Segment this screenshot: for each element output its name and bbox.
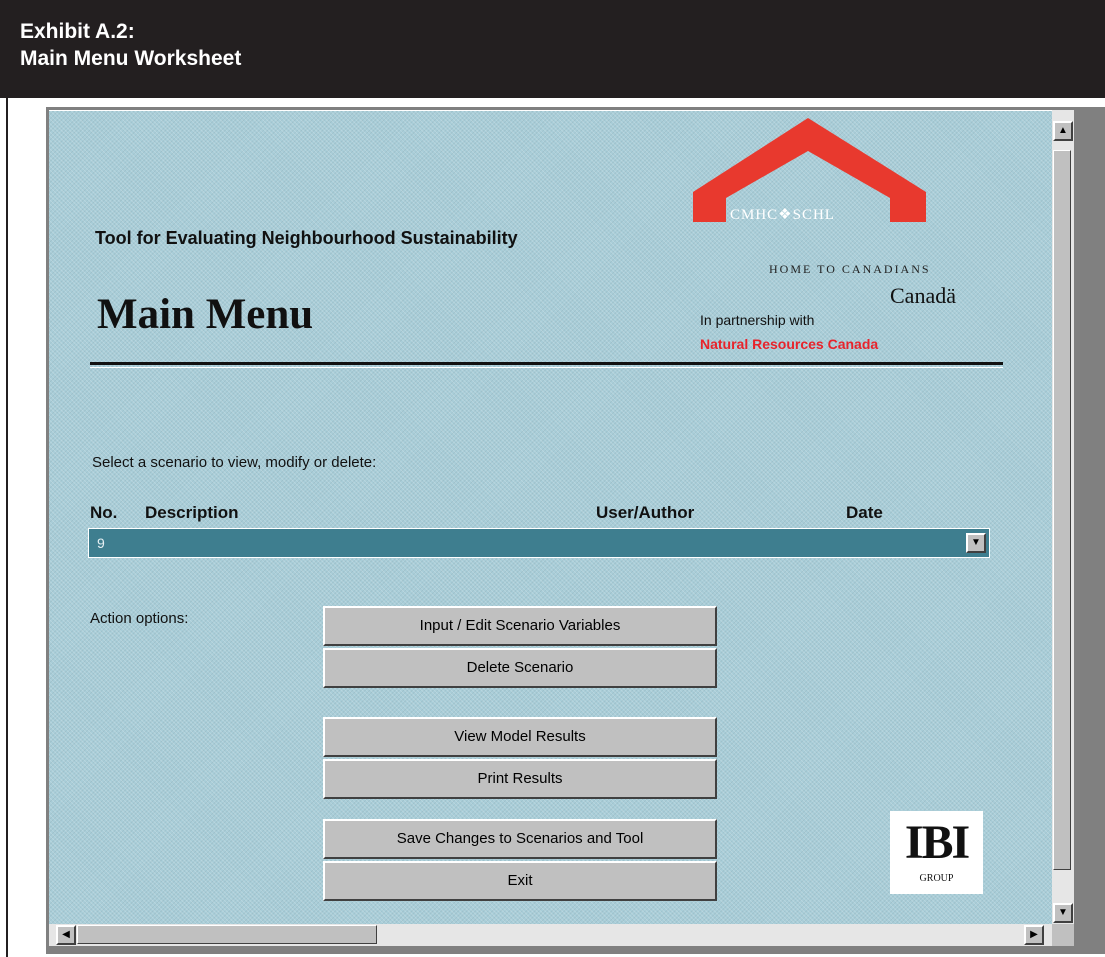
- ibi-group-logo: IBI GROUP: [890, 811, 983, 894]
- column-header-no: No.: [90, 503, 118, 522]
- scroll-up-icon[interactable]: ▲: [1053, 121, 1073, 141]
- view-model-results-button[interactable]: View Model Results: [323, 717, 717, 757]
- ibi-group-text: GROUP: [919, 873, 954, 884]
- title-divider: [90, 362, 1003, 365]
- horizontal-scrollbar[interactable]: [49, 924, 1052, 946]
- column-header-date: Date: [846, 503, 883, 522]
- delete-scenario-button[interactable]: Delete Scenario: [323, 648, 717, 688]
- resize-grip[interactable]: [1052, 924, 1074, 946]
- home-to-canadians: HOME TO CANADIANS: [769, 262, 931, 276]
- input-edit-scenario-button[interactable]: Input / Edit Scenario Variables: [323, 606, 717, 646]
- exhibit-number: Exhibit A.2:: [20, 20, 135, 43]
- page-title: Main Menu: [97, 291, 314, 338]
- nrc-label: Natural Resources Canada: [700, 336, 879, 352]
- title-divider-highlight: [90, 367, 1003, 368]
- cmhc-logo-text: CMHC❖SCHL: [730, 207, 835, 223]
- scroll-right-icon[interactable]: ▶: [1024, 925, 1044, 945]
- exhibit-header: Exhibit A.2: Main Menu Worksheet: [0, 0, 1105, 98]
- left-border-line: [6, 98, 8, 957]
- scenario-prompt: Select a scenario to view, modify or del…: [92, 454, 377, 471]
- horizontal-scroll-thumb[interactable]: [77, 925, 377, 944]
- print-results-button[interactable]: Print Results: [323, 759, 717, 799]
- canada-wordmark: Canadä: [890, 283, 956, 308]
- vertical-scroll-thumb[interactable]: [1053, 150, 1071, 870]
- save-changes-button[interactable]: Save Changes to Scenarios and Tool: [323, 819, 717, 859]
- exhibit-title: Main Menu Worksheet: [20, 47, 242, 70]
- partnership-label: In partnership with: [700, 312, 815, 328]
- tool-title: Tool for Evaluating Neighbourhood Sustai…: [95, 228, 518, 248]
- action-options-label: Action options:: [90, 610, 189, 627]
- chevron-down-icon[interactable]: ▼: [966, 533, 986, 553]
- column-header-user: User/Author: [596, 503, 695, 522]
- scenario-dropdown[interactable]: 9 ▼: [88, 528, 990, 558]
- scroll-down-icon[interactable]: ▼: [1053, 903, 1073, 923]
- ibi-logo-text: IBI: [904, 816, 970, 869]
- vertical-scrollbar[interactable]: [1052, 110, 1074, 924]
- exit-button[interactable]: Exit: [323, 861, 717, 901]
- scenario-selected-value: 9: [97, 535, 105, 551]
- scroll-left-icon[interactable]: ◀: [56, 925, 76, 945]
- column-header-description: Description: [145, 503, 239, 522]
